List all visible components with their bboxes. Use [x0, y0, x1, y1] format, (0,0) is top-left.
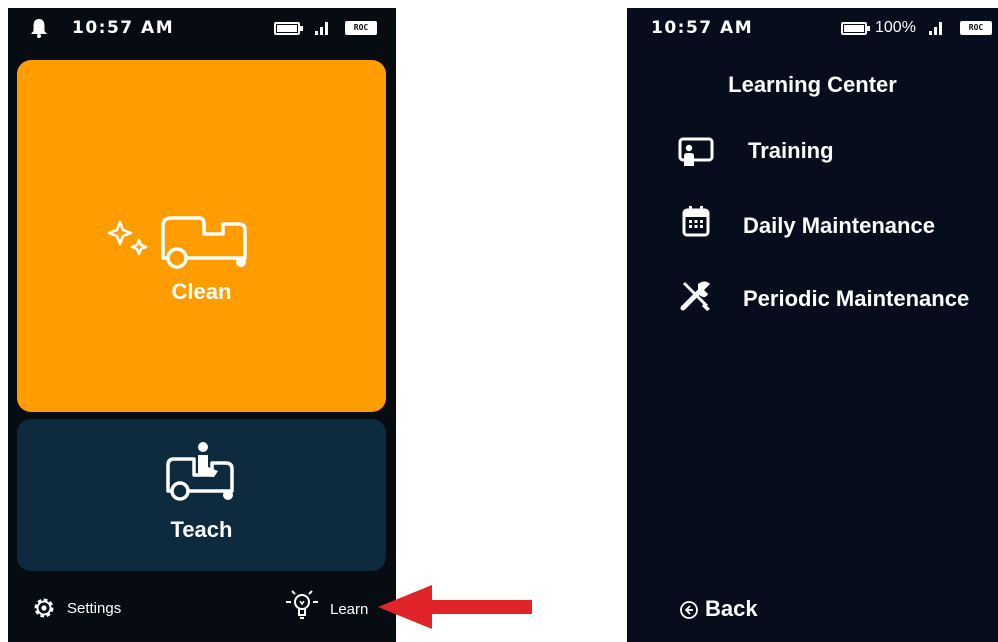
calendar-icon [682, 206, 710, 237]
bell-icon [31, 19, 47, 38]
back-arrow-icon [680, 601, 698, 619]
tools-icon [680, 281, 710, 311]
battery-icon [274, 22, 303, 35]
signal-icon [929, 21, 945, 35]
clean-label: Clean [171, 279, 232, 304]
clean-tile[interactable]: Clean [17, 60, 386, 412]
menu-item-label: Periodic Maintenance [743, 286, 970, 311]
learning-center-screen: 10:57 AM 100% ROC Learning Center Traini… [627, 8, 998, 642]
menu-item-periodic-maintenance[interactable]: Periodic Maintenance [627, 276, 998, 316]
signal-icon [315, 21, 331, 35]
red-arrow-icon [378, 585, 532, 629]
learn-button[interactable]: Learn [284, 588, 384, 624]
status-time: 10:57 AM [651, 18, 754, 38]
network-badge: ROC [345, 21, 377, 35]
battery-icon [841, 22, 870, 35]
teach-tile[interactable]: Teach [17, 419, 386, 571]
menu-item-label: Daily Maintenance [743, 213, 935, 238]
status-time: 10:57 AM [72, 18, 175, 38]
page-title: Learning Center [728, 72, 897, 97]
network-badge: ROC [960, 21, 992, 35]
home-screen: 10:57 AM ROC Clean Teach Settings Learn [8, 8, 396, 642]
back-button[interactable]: Back [679, 596, 789, 626]
bottom-navigation: Settings Learn [8, 584, 396, 642]
menu-item-label: Training [748, 138, 834, 163]
vehicle-operator-icon [166, 442, 234, 501]
status-bar: 10:57 AM 100% ROC [627, 8, 998, 48]
back-label: Back [705, 596, 758, 621]
gear-icon [34, 598, 54, 618]
battery-percent: 100% [875, 19, 916, 36]
status-bar: 10:57 AM ROC [8, 8, 396, 48]
teach-label: Teach [170, 517, 233, 542]
learn-label: Learn [330, 601, 369, 618]
presentation-icon [678, 137, 714, 166]
sparkle-vehicle-icon [107, 216, 247, 269]
menu-item-daily-maintenance[interactable]: Daily Maintenance [627, 203, 998, 243]
menu-item-training[interactable]: Training [627, 130, 998, 170]
lightbulb-icon [286, 590, 318, 619]
settings-button[interactable]: Settings [32, 596, 142, 622]
settings-label: Settings [67, 600, 122, 617]
